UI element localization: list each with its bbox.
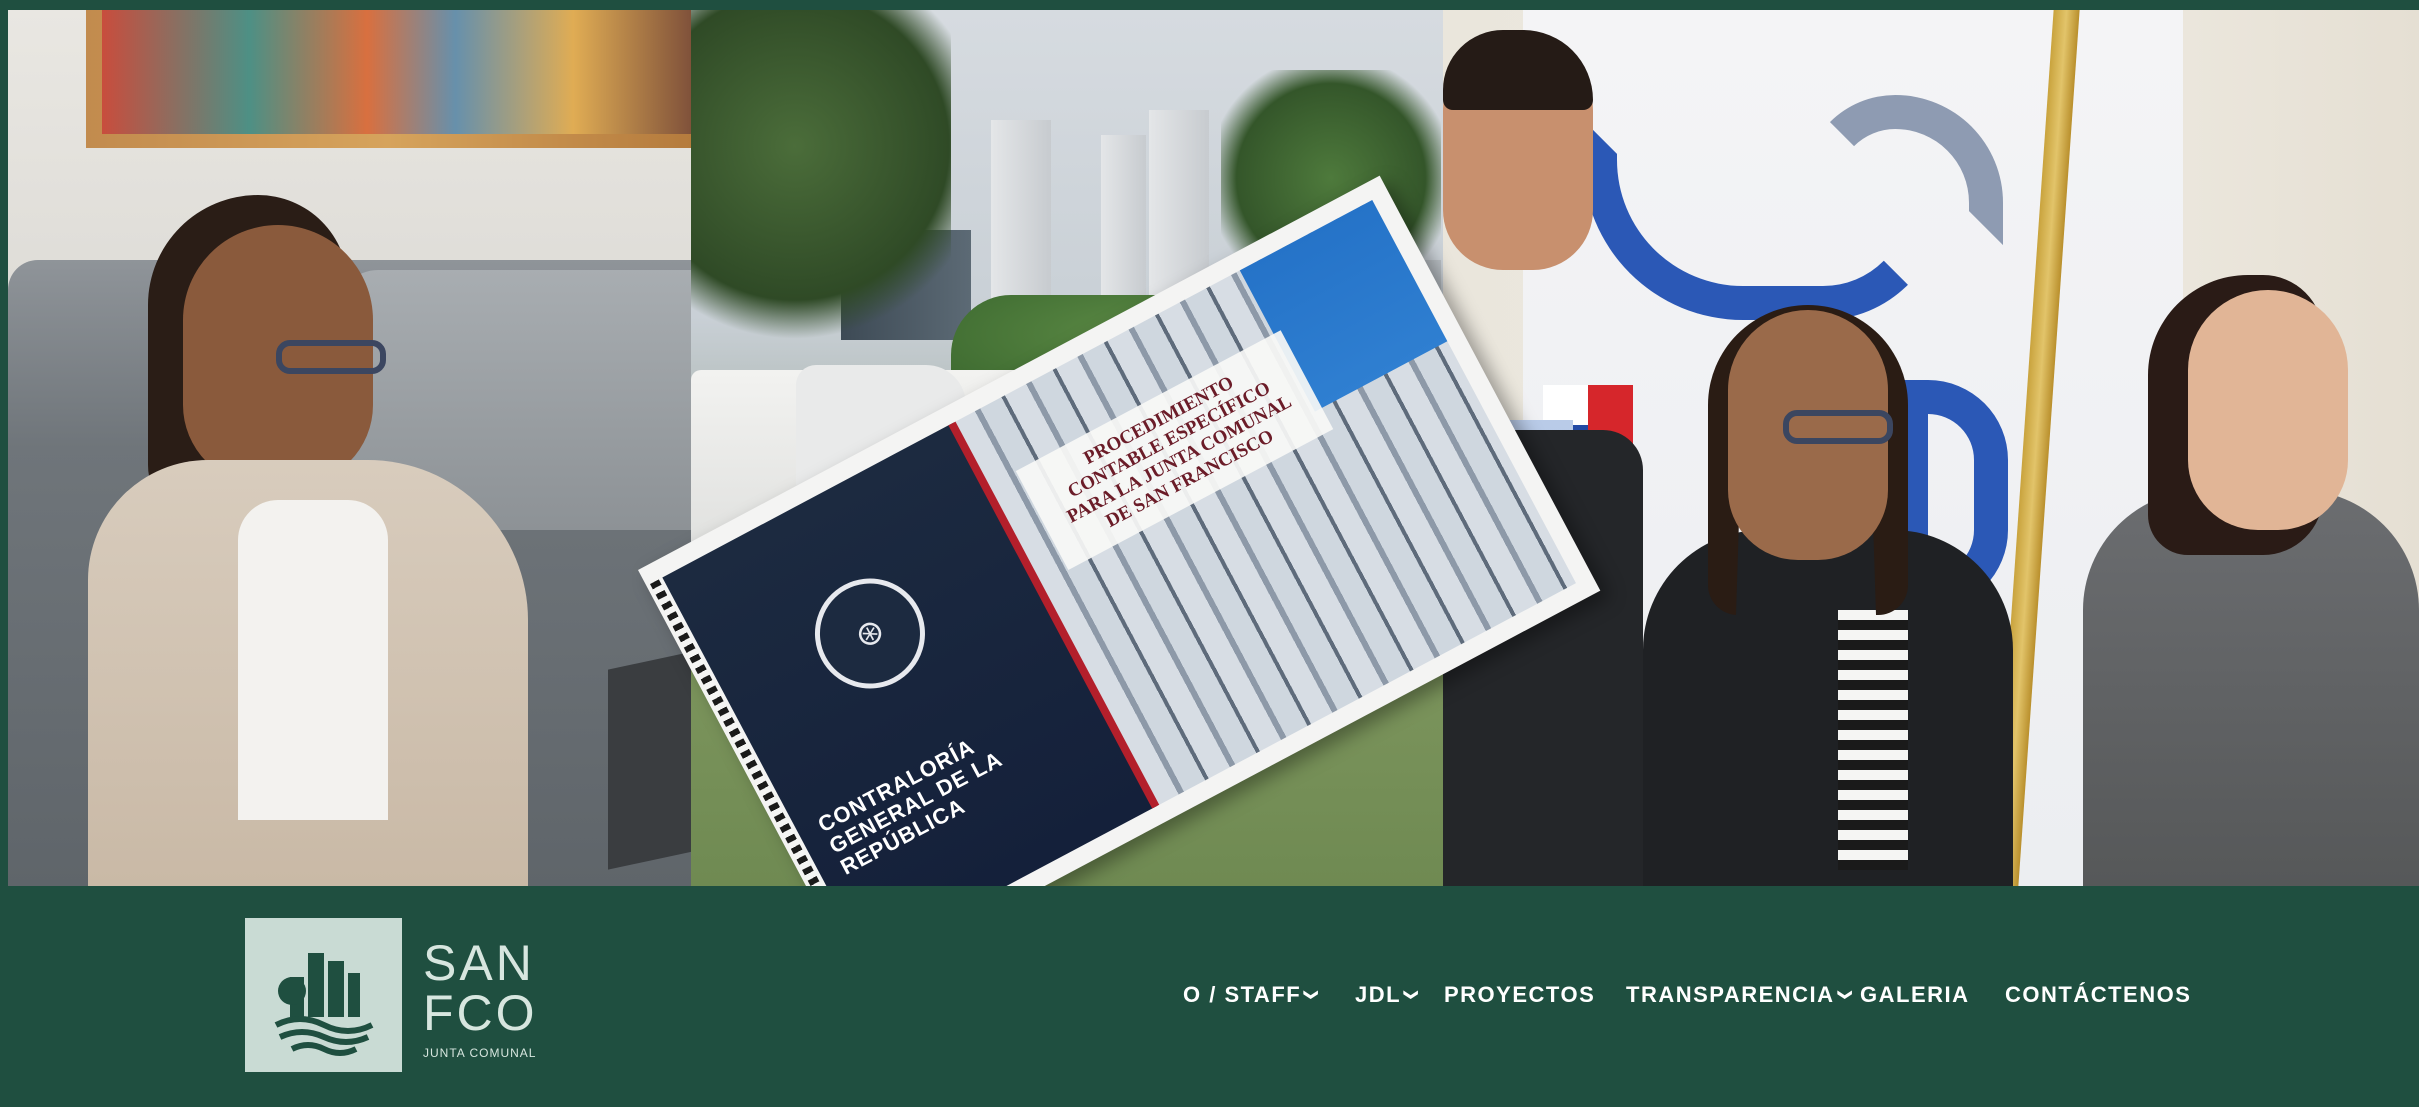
chevron-down-icon: ❯ <box>1837 988 1854 1003</box>
woman-head <box>2188 290 2348 530</box>
nav-label: CONTÁCTENOS <box>2005 982 2192 1007</box>
logo-line-2: FCO <box>423 985 538 1041</box>
logo-line-1: SAN <box>423 935 535 991</box>
nav-label: GALERIA <box>1860 982 1970 1007</box>
nav-item-contactenos[interactable]: CONTÁCTENOS <box>2005 982 2191 1008</box>
top-border <box>0 0 2419 10</box>
building-logo-icon <box>274 953 374 1056</box>
nav-item-proyectos[interactable]: PROYECTOS <box>1444 982 1595 1008</box>
glasses <box>276 340 386 374</box>
logo-subtitle: JUNTA COMUNAL <box>423 1046 537 1060</box>
nav-item-galeria[interactable]: GALERIA <box>1860 982 1970 1008</box>
site-logo[interactable] <box>245 918 402 1072</box>
hero-photo-office <box>8 10 691 886</box>
nav-item-jdl[interactable]: JDL ❯ <box>1355 982 1421 1008</box>
nav-label: TRANSPARENCIA <box>1626 982 1835 1007</box>
nav-label: O / STAFF <box>1183 982 1302 1007</box>
logo-wordmark[interactable]: SAN FCO JUNTA COMUNAL <box>423 938 573 1060</box>
building <box>991 120 1051 320</box>
tree <box>691 10 951 350</box>
nav-label: JDL <box>1355 982 1402 1007</box>
building <box>1101 135 1146 315</box>
striped-blouse <box>1838 610 1908 870</box>
nav-item-transparencia[interactable]: TRANSPARENCIA ❯ <box>1626 982 1854 1008</box>
glasses <box>1783 410 1893 444</box>
chevron-down-icon: ❯ <box>1404 988 1421 1003</box>
booklet-image: ⊛ CONTRALORÍA GENERAL DE LA REPÚBLICA PR… <box>608 175 1601 886</box>
hero-collage: ⊛ CONTRALORÍA GENERAL DE LA REPÚBLICA PR… <box>8 10 2419 886</box>
person-shirt <box>238 500 388 820</box>
chevron-down-icon: ❯ <box>1304 988 1321 1003</box>
nav-item-staff[interactable]: O / STAFF ❯ <box>1183 982 1321 1008</box>
hero-photo-ceremony <box>1443 10 2419 886</box>
woman-suit <box>1643 530 2013 886</box>
wall-painting <box>86 10 691 148</box>
nav-label: PROYECTOS <box>1444 982 1596 1007</box>
